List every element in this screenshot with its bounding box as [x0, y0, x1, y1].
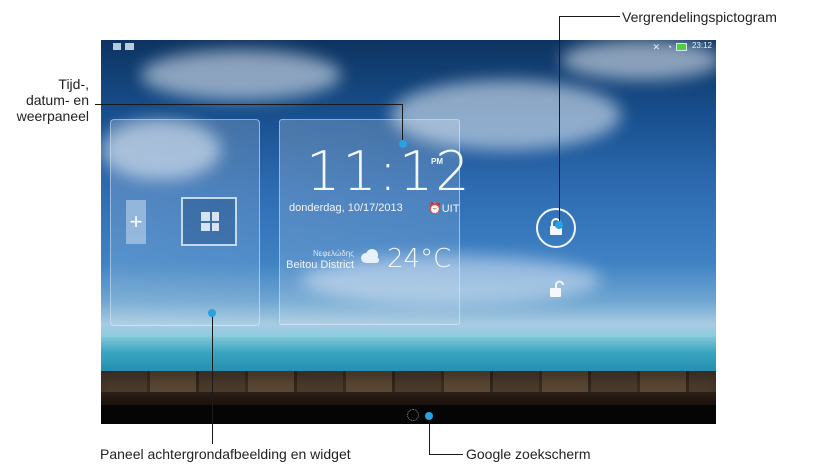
notification-icon	[113, 43, 121, 50]
callout-dot-time	[399, 140, 407, 148]
cloud-icon	[361, 249, 379, 263]
tablet-lock-screen: ✕ ◔ 23:12 + 11:12 PM donderdag, 10/17/20…	[101, 40, 716, 424]
callout-wallpaper-widget: Paneel achtergrondafbeelding en widget	[100, 446, 351, 462]
image-icon	[125, 43, 134, 50]
status-time: 23:12	[691, 41, 712, 50]
leader-line-lock	[559, 16, 620, 17]
google-search-handle[interactable]	[407, 409, 419, 421]
leader-line-google	[429, 454, 463, 455]
leader-line-time	[402, 104, 403, 144]
leader-line-wallpaper	[212, 314, 213, 444]
grid-tile	[201, 223, 210, 231]
leader-line-google	[429, 416, 430, 454]
sky-cloud	[141, 50, 341, 100]
callout-time-line2: datum- en	[25, 92, 89, 108]
leader-line-lock	[559, 16, 560, 224]
grid-tile	[212, 212, 219, 221]
callout-time-line3: weerpaneel	[16, 108, 89, 124]
leader-line-time	[95, 104, 403, 105]
callout-google-search: Google zoekscherm	[466, 446, 591, 462]
weather-description: Νεφελώδης	[313, 249, 354, 258]
callout-dot-lock	[555, 221, 563, 229]
battery-icon	[676, 43, 687, 51]
status-bar: ✕ ◔ 23:12	[101, 40, 716, 54]
alarm-label: UIT	[441, 203, 460, 215]
wifi-icon: ◔	[666, 42, 672, 52]
clock-date: donderdag, 10/17/2013	[289, 202, 403, 214]
alarm-clock-icon: ⏰	[428, 203, 442, 215]
alarm-status: ⏰UIT	[428, 202, 459, 215]
unlock-icon[interactable]	[547, 280, 565, 300]
callout-time-line1: Tijd-,	[58, 76, 89, 92]
clock-time: 11:12	[306, 140, 472, 203]
temperature: 24°C	[387, 244, 452, 274]
widget-grid-button[interactable]	[181, 197, 237, 246]
wooden-deck-front	[101, 392, 716, 405]
clock-ampm: PM	[431, 157, 443, 166]
callout-time-date-weather-panel: Tijd-, datum- en weerpaneel	[0, 76, 89, 124]
mute-icon: ✕	[652, 42, 660, 52]
grid-tile	[201, 212, 210, 221]
add-widget-button[interactable]: +	[126, 200, 146, 244]
callout-dot-google	[425, 412, 433, 420]
callout-lock-icon: Vergrendelingspictogram	[622, 9, 777, 25]
weather-location: Beitou District	[286, 259, 354, 271]
callout-dot-wallpaper	[208, 309, 216, 317]
grid-tile	[212, 223, 219, 231]
